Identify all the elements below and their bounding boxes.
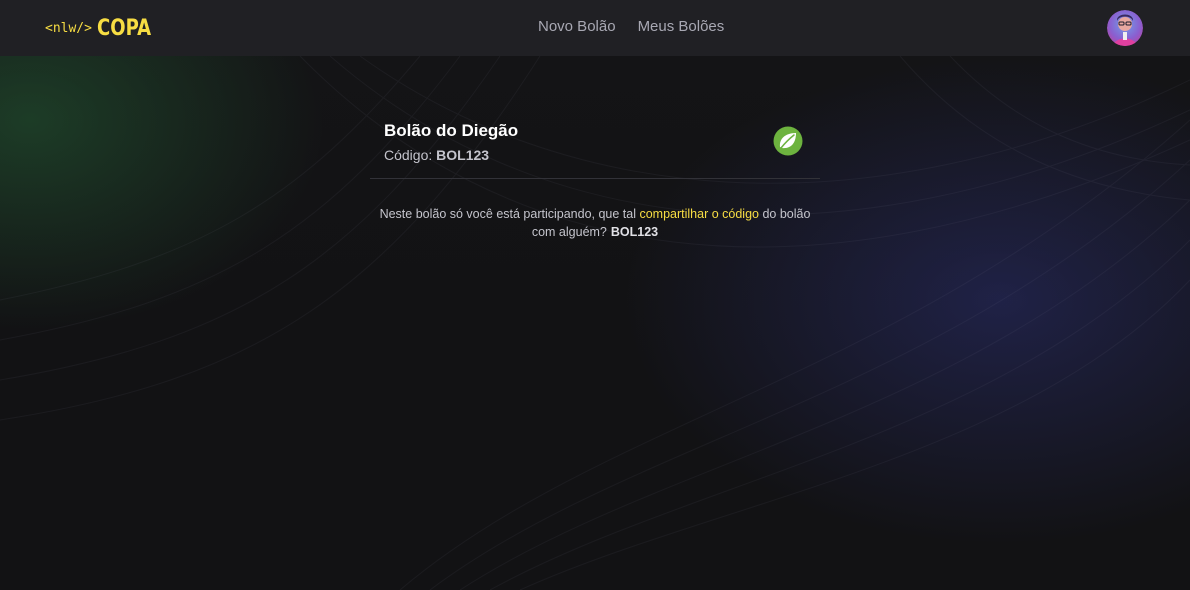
share-message: Neste bolão só você está participando, q…	[370, 205, 820, 241]
avatar-icon	[1107, 10, 1143, 46]
share-code-link[interactable]: compartilhar o código	[639, 207, 759, 221]
user-avatar[interactable]	[1107, 10, 1143, 46]
page: <nlw/> COPA Novo Bolão Meus Bolões Bolão…	[0, 0, 1190, 590]
pool-code-line: Código: BOL123	[384, 146, 489, 164]
nav-meus-boloes[interactable]: Meus Bolões	[638, 18, 725, 36]
nav-novo-bolao[interactable]: Novo Bolão	[538, 18, 616, 36]
background-pattern	[0, 55, 1190, 590]
pool-title: Bolão do Diegão	[384, 121, 519, 140]
main-nav: Novo Bolão Meus Bolões	[538, 18, 724, 36]
logo-word: COPA	[96, 15, 152, 41]
share-code-value: BOL123	[610, 225, 659, 239]
pool-card[interactable]: Bolão do Diegão Código: BOL123	[370, 112, 820, 179]
spring-leaf-icon	[773, 126, 803, 156]
logo[interactable]: <nlw/> COPA	[45, 15, 163, 41]
share-text-before: Neste bolão só você está participando, q…	[379, 207, 640, 221]
logo-tag: <nlw/>	[45, 20, 92, 36]
pool-code-value: BOL123	[436, 147, 490, 163]
top-header: <nlw/> COPA Novo Bolão Meus Bolões	[0, 0, 1190, 56]
pool-code-label: Código:	[384, 147, 433, 163]
